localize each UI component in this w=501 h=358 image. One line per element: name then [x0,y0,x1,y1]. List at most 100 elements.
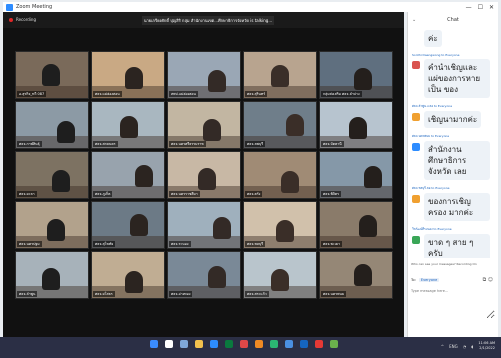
chat-message-input[interactable] [411,289,495,319]
participant-tile[interactable]: ศธจ.ตรัง [243,151,317,199]
participant-figure [271,65,289,87]
participant-figure [198,168,216,190]
participant-name: ศธจ.สระแก้ว [245,291,269,297]
participant-name: ศธจ.ระนอง [169,241,191,247]
participant-name: ศธจ.ภูเก็ต [93,191,113,197]
minimize-button[interactable]: — [466,4,472,11]
recording-label: Recording [16,17,37,22]
participant-tile[interactable]: ศธจ.สระแก้ว [243,251,317,299]
participant-name: อ.สุรกิจ_ทวี 087 [17,91,47,97]
file-explorer-icon[interactable] [195,340,203,348]
participant-name: ศธจ.กาฬสินธุ์ [17,141,42,147]
participant-figure [286,114,304,136]
clock[interactable]: 11:06 AM 2/1/2022 [478,341,495,351]
maximize-button[interactable]: ☐ [478,4,483,11]
participant-tile[interactable]: ศธจ.ยโสธร [91,251,165,299]
recipient-select[interactable]: Everyone [418,278,440,282]
record-dot-icon [9,17,13,22]
excel-icon[interactable] [225,340,233,348]
participant-tile[interactable]: ศธจ.นครปฐม [15,201,89,249]
participant-name: ศธจ.นครพนม [321,291,347,297]
participant-tile[interactable]: สพป.แม่ฮ่องสอน [167,51,241,99]
avatar [412,32,420,40]
participant-tile[interactable]: ศธจ.นครศรีธรรมราช [167,101,241,149]
participant-figure [203,119,221,141]
participant-tile[interactable]: ศธจ.พิจิตร [319,151,393,199]
word-icon[interactable] [285,340,293,348]
chat-title: Chat [447,17,459,23]
participant-tile[interactable]: ศธจ.ภูเก็ต [91,151,165,199]
chat-message: ค่ะ [412,30,494,47]
meeting-area: Recording นายเกรียงศักดิ์ ปุญสิริ กลุ่ม … [3,12,404,337]
participant-tile[interactable]: ศธจ.นครพนม [319,251,393,299]
chrome-icon[interactable] [240,340,248,348]
chat-message: Sonthi Daengwong to Everyone คำนำเชิญและ … [412,53,494,98]
participant-tile[interactable]: ศธจ.ลำพูน [15,251,89,299]
participant-figure [125,271,143,293]
participant-name: ศธจ.ยะลา [17,191,37,197]
participant-tile[interactable]: ศธจ.สุรินทร์ [243,51,317,99]
file-icon[interactable]: ⧉ ☺ [483,277,493,283]
video-gallery: อ.สุรกิจ_ทวี 087 ศธจ.แม่ฮ่องสอน สพป.แม่ฮ่อ… [15,51,404,303]
participant-tile[interactable]: ศธจ.นครราชสีมา [167,151,241,199]
close-button[interactable]: ✕ [489,4,494,11]
participant-tile[interactable]: ศธจ.ยะลา [15,151,89,199]
windows-start-icon[interactable] [150,340,158,348]
chat-message: ศธจ.ชลบุรี.ลอ to Everyone ของการเชิญครอง … [412,186,494,221]
participant-tile[interactable]: ศธจ.ชลบุรี [243,201,317,249]
chevron-up-icon[interactable]: ^ [441,344,444,349]
participant-tile[interactable]: ศธจ.ปัตตานี [319,101,393,149]
avatar [412,195,420,203]
message-text: เชิญนามากค่ะ [424,111,482,128]
participant-tile[interactable]: ศธจ.ลพบุรี [243,101,317,149]
participant-name: ศธจ.ชลบุรี [245,241,266,247]
participant-tile[interactable]: ศธจ.อ่างทอง [167,251,241,299]
chat-recipient: To: Everyone [411,278,440,282]
powerpoint-icon[interactable] [315,340,323,348]
participant-figure [120,116,138,138]
participant-name: ศธจ.นครศรีธรรมราช [169,141,206,147]
zoom-taskbar-icon[interactable] [210,340,218,348]
window-controls: — ☐ ✕ [466,4,498,11]
recording-indicator[interactable]: Recording [9,17,36,22]
participant-tile[interactable]: ศธจ.ระนอง [167,201,241,249]
participant-figure [364,166,382,188]
wifi-icon[interactable]: ◔ [463,344,467,349]
participant-name: ศธจ.ลำพูน [17,291,38,297]
participant-name: ศธจ.สุรินทร์ [245,91,268,97]
participant-name: ศธจ.สุโขทัย [93,241,116,247]
participant-tile[interactable]: อ.สุรกิจ_ทวี 087 [15,51,89,99]
participant-tile[interactable]: ศธจ.กาฬสินธุ์ [15,101,89,149]
avatar [412,61,420,69]
participant-name: ศธจ.ยโสธร [93,291,115,297]
chat-header: ⌄ Chat [408,12,498,28]
task-view-icon[interactable] [180,340,188,348]
volume-icon[interactable]: ◖ [471,344,473,349]
participant-tile[interactable]: ศธจ.สุโขทัย [91,201,165,249]
participant-name: ศธจ.แม่ฮ่องสอน [93,91,122,97]
participant-name: ศธจ.พิจิตร [321,191,342,197]
search-icon[interactable] [165,340,173,348]
message-text: สำนักงาน ศึกษาธิการจังหวัด เลย [424,141,490,180]
participant-figure [349,117,367,139]
participant-tile[interactable]: ศธจ.สกลนคร [91,101,165,149]
participant-tile[interactable]: ศธจ.แม่ฮ่องสอน [91,51,165,99]
active-speaker-banner: นายเกรียงศักดิ์ ปุญสิริ กลุ่ม สำนักงานเข… [142,16,274,25]
outlook-icon[interactable] [300,340,308,348]
message-sender: ศธจ.นครพนม to Everyone [412,134,450,138]
firefox-icon[interactable] [255,340,263,348]
participant-tile[interactable]: กลุ่มส่งเสริม ศธจ.ลำปาง [319,51,393,99]
participant-name: ศธจ.อ่างทอง [169,291,193,297]
chat-visibility-hint[interactable]: Who can see your messages? Recording On [411,262,497,266]
line-icon[interactable] [270,340,278,348]
participant-name: ศธจ.ลพบุรี [245,141,266,147]
participant-tile[interactable]: ศธจ.พะเยา [319,201,393,249]
chevron-down-icon[interactable]: ⌄ [412,17,416,23]
participant-figure [281,171,299,193]
avatar [412,113,420,121]
language-indicator[interactable]: ENG [449,344,458,349]
zoom-app-icon [6,3,13,11]
chat-message: ศธจ.ลำพูน.ง.ลอ to Everyone เชิญนามากค่ะ [412,104,494,128]
message-text: คำนำเชิญและ แผ่ของการหายเป็น ของ [424,59,490,98]
edge-icon[interactable] [330,340,338,348]
